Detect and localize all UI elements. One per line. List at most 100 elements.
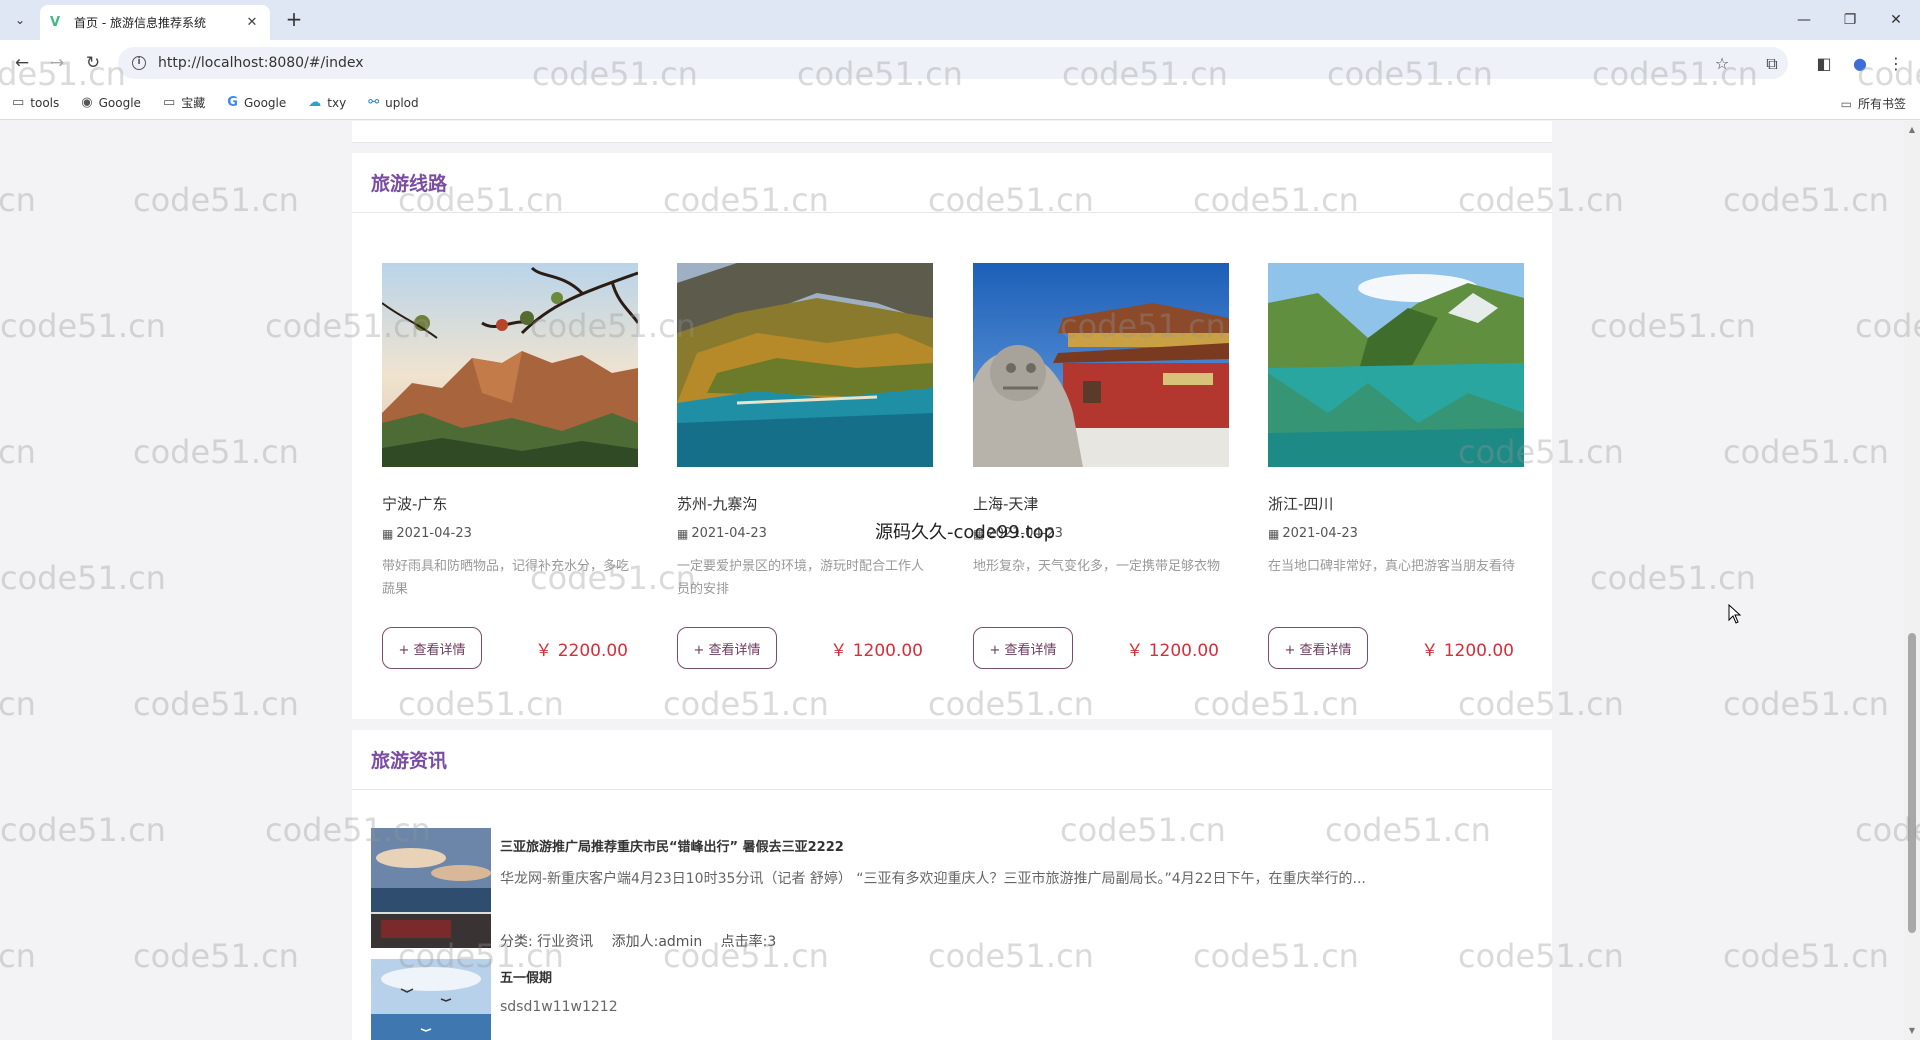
forward-button[interactable]: → — [44, 50, 70, 76]
calendar-icon: ▦ — [1268, 526, 1280, 541]
folder-icon: ▭ — [162, 95, 176, 110]
menu-kebab-icon[interactable]: ⋮ — [1884, 52, 1908, 76]
bookmark-tools[interactable]: ▭ tools — [12, 95, 59, 110]
folder-icon: ▭ — [1840, 96, 1852, 111]
folder-icon: ▭ — [12, 95, 25, 110]
view-details-button[interactable]: + 查看详情 — [1268, 627, 1368, 669]
news-clicks: 点击率:3 — [720, 934, 777, 950]
minimize-button[interactable]: — — [1788, 8, 1820, 32]
route-date-text: 2021-04-23 — [396, 526, 472, 541]
routes-title: 旅游线路 — [371, 173, 448, 195]
route-image[interactable] — [677, 263, 933, 467]
center-watermark: 源码久久-code99.top — [875, 522, 1056, 543]
vue-favicon-icon: V — [50, 14, 61, 30]
news-title-link[interactable]: 五一假期 — [500, 967, 552, 986]
route-description: 一定要爱护景区的环境，游玩时配合工作人员的安排 — [677, 559, 925, 597]
routes-header: 旅游线路 — [352, 153, 1552, 213]
view-details-button[interactable]: + 查看详情 — [677, 627, 777, 669]
profile-icon[interactable]: ● — [1848, 52, 1872, 76]
route-name[interactable]: 苏州-九寨沟 — [677, 493, 933, 514]
bookmark-label: 宝藏 — [181, 96, 206, 110]
bookmark-label: Google — [243, 95, 287, 110]
route-image[interactable] — [973, 263, 1229, 467]
bookmarks-bar: ▭ tools ◉ Google ▭ 宝藏 G Google ☁ txy ⚯ u… — [0, 86, 1920, 120]
all-bookmarks[interactable]: ▭ 所有书签 — [1841, 95, 1906, 112]
route-description: 地形复杂，天气变化多，一定携带足够衣物 — [973, 559, 1221, 574]
news-item[interactable]: 三亚旅游推广局推荐重庆市民“错峰出行” 暑假去三亚2222 华龙网-新重庆客户端… — [371, 828, 1531, 952]
route-price: ￥ 1200.00 — [1421, 640, 1514, 661]
tab-close-button[interactable]: ✕ — [244, 15, 260, 30]
news-summary: 华龙网-新重庆客户端4月23日10时35分讯（记者 舒婷） “三亚有多欢迎重庆人… — [500, 871, 1366, 887]
news-header: 旅游资讯 — [352, 730, 1552, 790]
bookmark-treasure[interactable]: ▭ 宝藏 — [163, 94, 205, 111]
reload-button[interactable]: ↻ — [80, 50, 106, 76]
route-image[interactable] — [382, 263, 638, 467]
side-panel-icon[interactable]: ◧ — [1812, 52, 1836, 76]
bookmark-google-1[interactable]: ◉ Google — [81, 95, 141, 110]
news-item[interactable]: 五一假期 sdsd1w11w1212 — [371, 959, 1531, 1040]
route-card: 苏州-九寨沟 ▦ 2021-04-23 一定要爱护景区的环境，游玩时配合工作人员… — [677, 263, 933, 669]
all-bookmarks-label: 所有书签 — [1857, 97, 1906, 111]
previous-section-bottom — [352, 121, 1552, 143]
bookmark-uplod[interactable]: ⚯ uplod — [368, 95, 418, 110]
route-date-text: 2021-04-23 — [1282, 526, 1358, 541]
close-window-button[interactable]: ✕ — [1880, 8, 1912, 32]
route-card: 上海-天津 ▦ 2021-04-23 地形复杂，天气变化多，一定携带足够衣物 +… — [973, 263, 1229, 669]
route-date-text: 2021-04-23 — [691, 526, 767, 541]
news-section: 旅游资讯 三亚旅游推广局推荐重庆市民“错峰出行” 暑假去三亚2222 华龙网-新… — [352, 730, 1552, 1040]
chevron-down-icon: ⌄ — [14, 13, 26, 27]
route-card-footer: + 查看详情 ￥ 1200.00 — [1268, 627, 1524, 669]
route-name[interactable]: 上海-天津 — [973, 493, 1229, 514]
active-tab[interactable]: V 首页 - 旅游信息推荐系统 ✕ — [40, 5, 270, 40]
route-price: ￥ 1200.00 — [1126, 640, 1219, 661]
tab-strip: ⌄ V 首页 - 旅游信息推荐系统 ✕ + — ❐ ✕ — [0, 0, 1920, 40]
arrow-left-icon: ← — [14, 53, 30, 73]
bookmark-google-2[interactable]: G Google — [227, 95, 286, 110]
news-summary: sdsd1w11w1212 — [500, 999, 618, 1015]
route-price: ￥ 1200.00 — [830, 640, 923, 661]
page-scrollbar[interactable]: ▲ ▼ — [1904, 121, 1920, 1040]
url-text: http://localhost:8080/#/index — [158, 55, 364, 71]
extensions-icon[interactable]: ⧉ — [1760, 52, 1784, 76]
cloud-icon: ☁ — [308, 95, 322, 110]
restore-button[interactable]: ❐ — [1834, 8, 1866, 32]
news-category: 分类: 行业资讯 — [500, 934, 594, 950]
news-title: 旅游资讯 — [371, 750, 448, 772]
route-description: 在当地口碑非常好，真心把游客当朋友看待 — [1268, 559, 1516, 574]
route-card-footer: + 查看详情 ￥ 1200.00 — [677, 627, 933, 669]
address-bar[interactable]: i http://localhost:8080/#/index — [118, 47, 1788, 79]
scroll-down-arrow-icon[interactable]: ▼ — [1904, 1024, 1920, 1038]
route-card-footer: + 查看详情 ￥ 2200.00 — [382, 627, 638, 669]
route-name[interactable]: 浙江-四川 — [1268, 493, 1524, 514]
route-date: ▦ 2021-04-23 — [382, 526, 638, 541]
route-cards: 宁波-广东 ▦ 2021-04-23 带好雨具和防晒物品，记得补充水分，多吃蔬果… — [382, 263, 1532, 683]
routes-section: 旅游线路 宁波-广东 ▦ 2021-04-23 带好雨具和防晒物品，记得补充水分… — [352, 153, 1552, 719]
globe-icon: ◉ — [81, 95, 93, 110]
news-thumbnail[interactable] — [371, 828, 491, 948]
bookmark-label: txy — [327, 95, 347, 110]
bookmark-txy[interactable]: ☁ txy — [308, 95, 346, 110]
link-icon: ⚯ — [368, 95, 380, 110]
tab-search-button[interactable]: ⌄ — [8, 8, 32, 32]
route-name[interactable]: 宁波-广东 — [382, 493, 638, 514]
scroll-up-arrow-icon[interactable]: ▲ — [1904, 123, 1920, 137]
route-description: 带好雨具和防晒物品，记得补充水分，多吃蔬果 — [382, 559, 630, 597]
new-tab-button[interactable]: + — [282, 8, 306, 32]
mouse-cursor-icon — [1728, 604, 1742, 624]
reload-icon: ↻ — [85, 53, 101, 73]
route-card: 宁波-广东 ▦ 2021-04-23 带好雨具和防晒物品，记得补充水分，多吃蔬果… — [382, 263, 638, 669]
scrollbar-thumb[interactable] — [1908, 633, 1916, 933]
arrow-right-icon: → — [49, 53, 65, 73]
calendar-icon: ▦ — [382, 526, 394, 541]
route-date: ▦ 2021-04-23 — [1268, 526, 1524, 541]
browser-toolbar: ← → ↻ i http://localhost:8080/#/index ☆ … — [0, 40, 1920, 86]
bookmark-star-icon[interactable]: ☆ — [1710, 52, 1734, 76]
view-details-button[interactable]: + 查看详情 — [382, 627, 482, 669]
news-title-link[interactable]: 三亚旅游推广局推荐重庆市民“错峰出行” 暑假去三亚2222 — [500, 836, 844, 855]
news-thumbnail[interactable] — [371, 959, 491, 1040]
info-icon[interactable]: i — [132, 56, 146, 70]
view-details-button[interactable]: + 查看详情 — [973, 627, 1073, 669]
back-button[interactable]: ← — [9, 50, 35, 76]
route-image[interactable] — [1268, 263, 1524, 467]
google-icon: G — [227, 95, 238, 110]
